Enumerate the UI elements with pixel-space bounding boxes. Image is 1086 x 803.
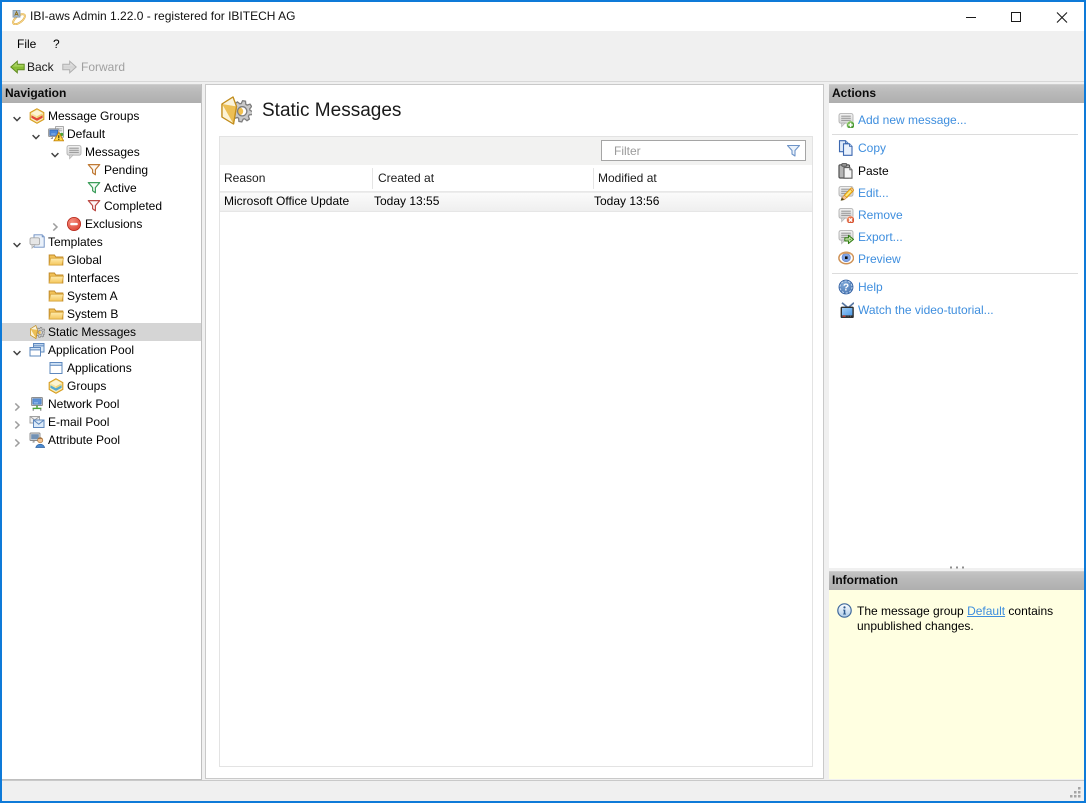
svg-text:?: ?	[843, 283, 849, 294]
